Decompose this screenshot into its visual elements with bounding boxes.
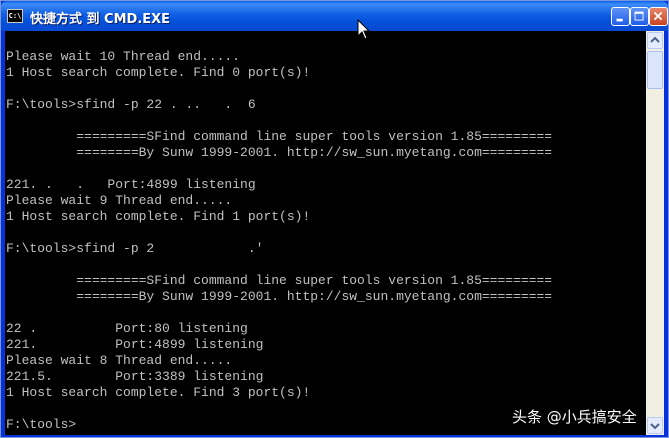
chevron-down-icon: [650, 423, 660, 430]
window-title: 快捷方式 到 CMD.EXE: [30, 12, 171, 27]
close-icon: [653, 11, 663, 21]
scroll-thumb[interactable]: [647, 51, 663, 89]
vertical-scrollbar[interactable]: [646, 31, 664, 435]
console-window: C:\ 快捷方式 到 CMD.EXE Please wait 10 Thread…: [0, 0, 669, 438]
minimize-icon: [616, 18, 623, 22]
watermark: 头条 @小兵搞安全: [512, 408, 637, 426]
close-button[interactable]: [649, 7, 668, 26]
cmd-icon[interactable]: C:\: [7, 9, 23, 23]
chevron-up-icon: [650, 36, 660, 43]
minimize-button[interactable]: [611, 7, 630, 26]
scroll-up-button[interactable]: [647, 32, 663, 49]
maximize-button[interactable]: [630, 7, 649, 26]
mouse-cursor-icon: [357, 19, 371, 40]
maximize-icon: [634, 11, 644, 21]
title-bar[interactable]: C:\ 快捷方式 到 CMD.EXE: [1, 1, 668, 31]
console-output[interactable]: Please wait 10 Thread end..... 1 Host se…: [5, 31, 646, 435]
scroll-down-button[interactable]: [647, 417, 663, 434]
console-text: Please wait 10 Thread end..... 1 Host se…: [6, 49, 553, 432]
